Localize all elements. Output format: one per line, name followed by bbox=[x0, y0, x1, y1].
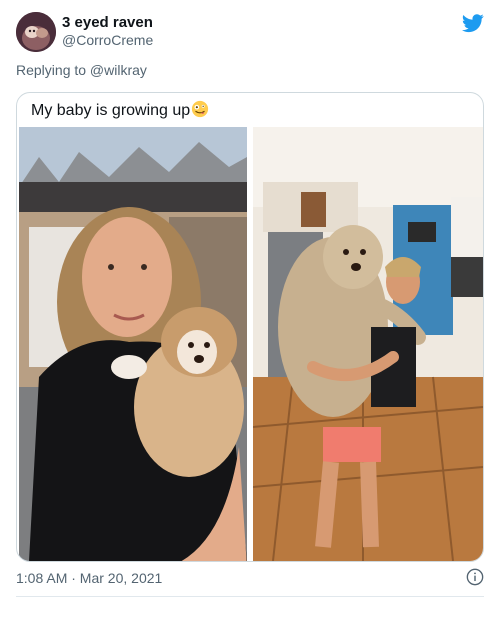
woman-holding-puppy-photo[interactable] bbox=[19, 127, 247, 561]
woman-holding-grown-dog-photo[interactable] bbox=[253, 127, 483, 561]
divider bbox=[16, 596, 484, 597]
user-handle[interactable]: @CorroCreme bbox=[62, 32, 153, 48]
quoted-tweet-text-row: My baby is growing up bbox=[31, 100, 209, 120]
display-name[interactable]: 3 eyed raven bbox=[62, 14, 153, 31]
tweet: 3 eyed raven @CorroCreme Replying to @wi… bbox=[0, 0, 500, 634]
tweet-timestamp[interactable]: 1:08 AM · Mar 20, 2021 bbox=[16, 570, 162, 586]
quoted-tweet-text: My baby is growing up bbox=[31, 102, 191, 119]
twitter-bird-icon[interactable] bbox=[462, 12, 484, 34]
info-icon[interactable] bbox=[466, 568, 484, 586]
zany-face-emoji-icon bbox=[192, 100, 209, 118]
replying-to-text[interactable]: Replying to @wilkray bbox=[16, 62, 147, 78]
quoted-tweet-card[interactable]: My baby is growing up bbox=[16, 92, 484, 562]
avatar[interactable] bbox=[16, 12, 56, 52]
